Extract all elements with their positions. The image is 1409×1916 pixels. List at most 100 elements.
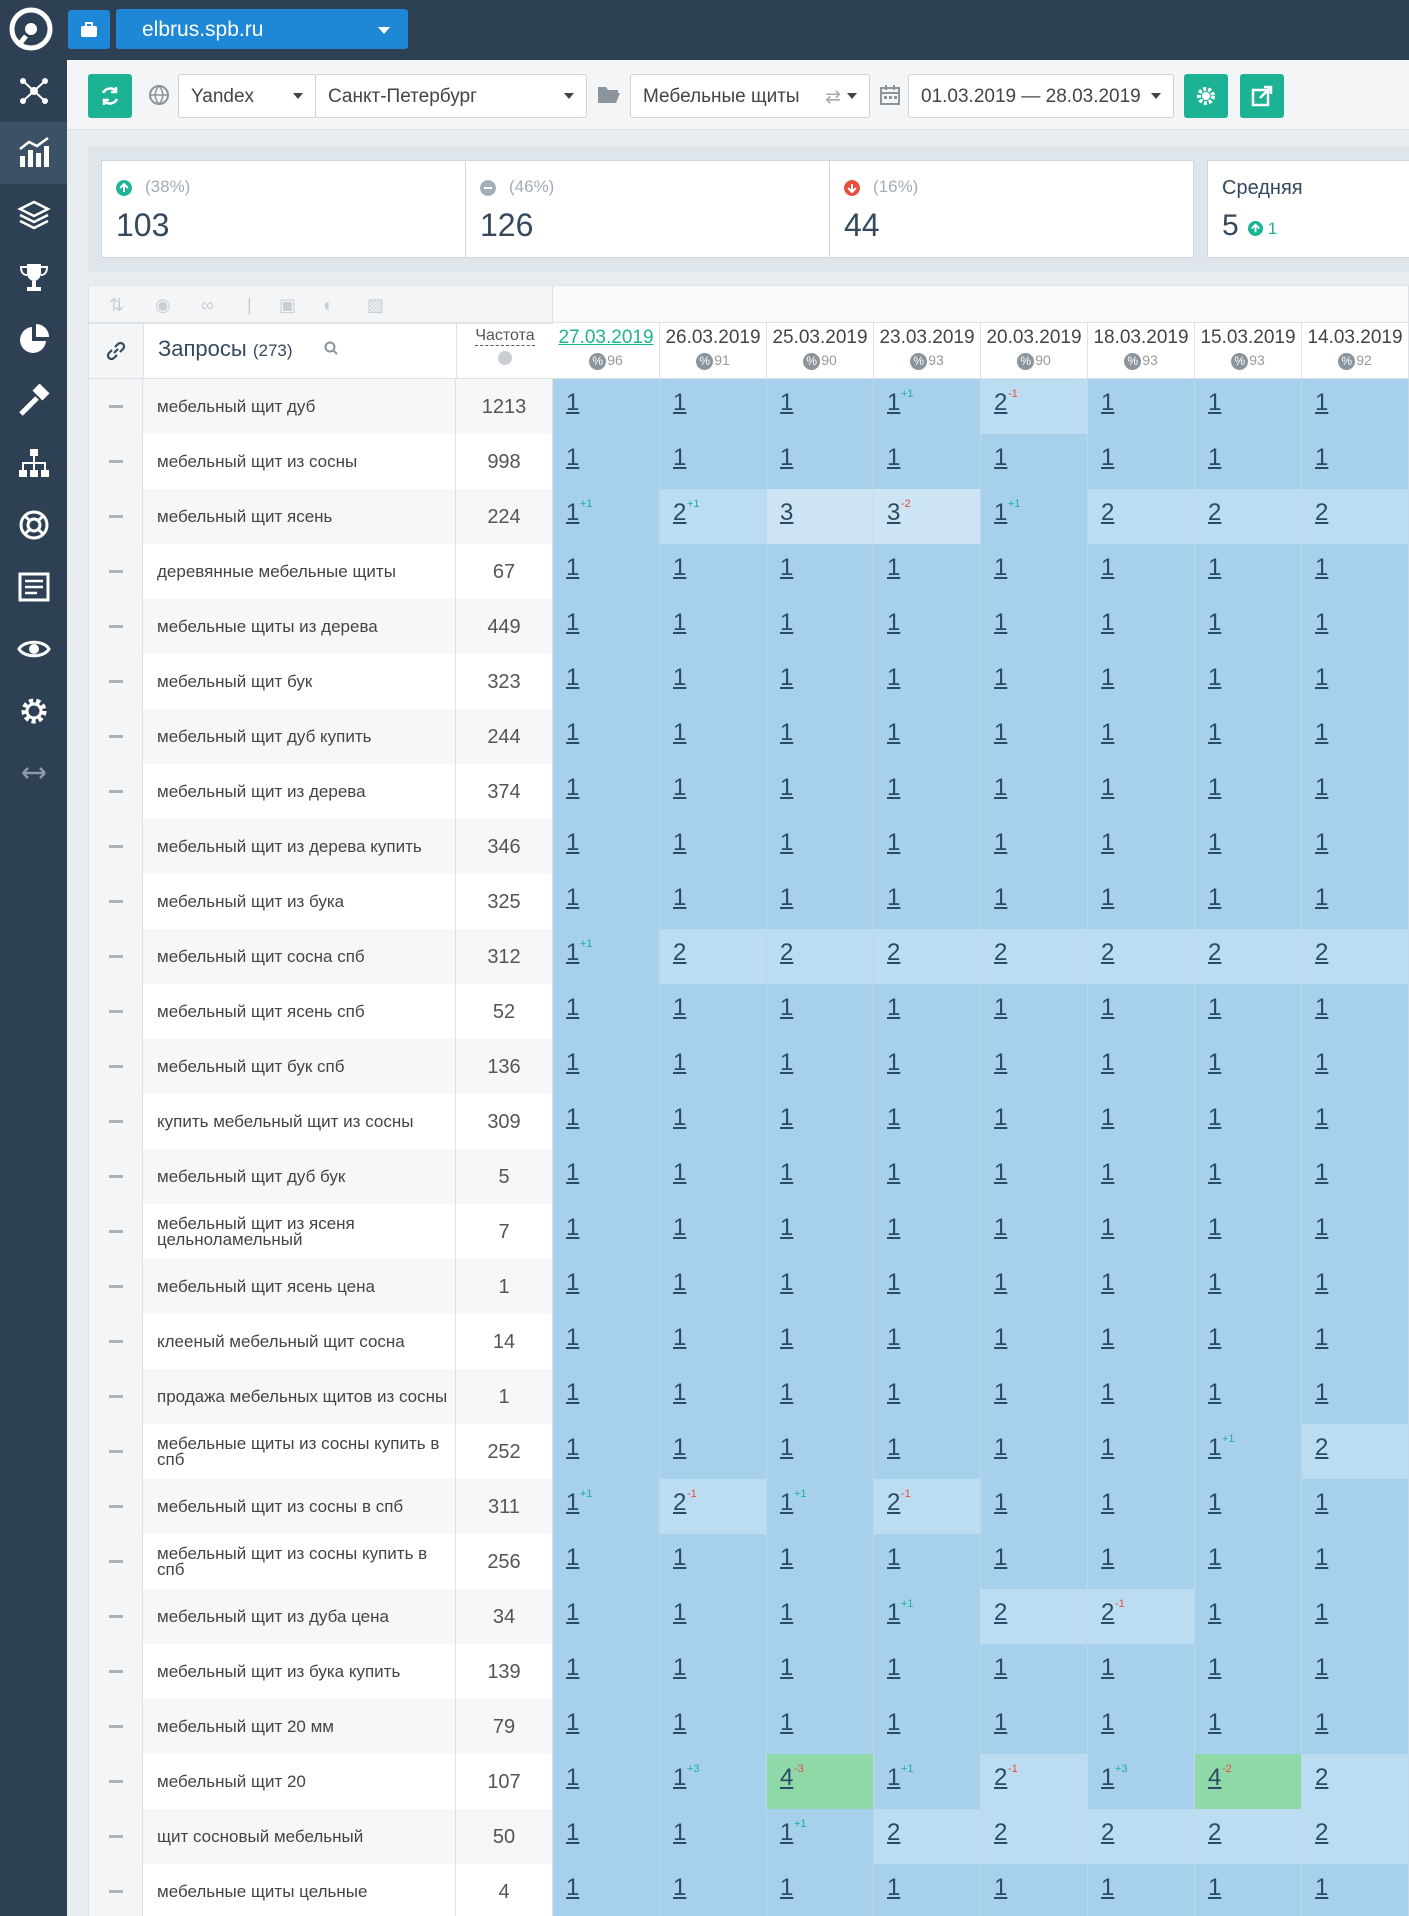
position-value[interactable]: 1: [1101, 829, 1114, 857]
site-select[interactable]: elbrus.spb.ru: [116, 9, 408, 49]
position-value[interactable]: 3: [887, 499, 900, 527]
position-value[interactable]: 1: [780, 1269, 793, 1297]
position-value[interactable]: 1: [566, 1214, 579, 1242]
position-value[interactable]: 1: [1101, 1049, 1114, 1077]
position-value[interactable]: 2: [1315, 939, 1328, 967]
position-value[interactable]: 1: [887, 1269, 900, 1297]
position-value[interactable]: 1: [994, 664, 1007, 692]
position-value[interactable]: 1: [1208, 1434, 1221, 1462]
position-value[interactable]: 1: [780, 994, 793, 1022]
row-toggle[interactable]: [88, 1644, 143, 1699]
nav-expand-icon[interactable]: [0, 742, 67, 804]
position-value[interactable]: 1: [673, 1049, 686, 1077]
row-toggle[interactable]: [88, 1094, 143, 1149]
row-toggle[interactable]: [88, 1589, 143, 1644]
image-icon[interactable]: ▨: [367, 295, 384, 316]
position-value[interactable]: 1: [994, 1489, 1007, 1517]
position-value[interactable]: 2: [1101, 499, 1114, 527]
date-column-header[interactable]: 14.03.2019% 92: [1302, 323, 1409, 379]
date-label[interactable]: 27.03.2019: [553, 327, 659, 349]
position-value[interactable]: 1: [887, 1104, 900, 1132]
date-column-header[interactable]: 15.03.2019% 93: [1195, 323, 1302, 379]
position-value[interactable]: 1: [1208, 1324, 1221, 1352]
position-value[interactable]: 2: [1315, 1764, 1328, 1792]
row-toggle[interactable]: [88, 1149, 143, 1204]
position-value[interactable]: 1: [780, 1544, 793, 1572]
position-value[interactable]: 1: [994, 1214, 1007, 1242]
position-value[interactable]: 1: [1101, 884, 1114, 912]
position-value[interactable]: 1: [673, 994, 686, 1022]
link-icon[interactable]: ∞: [201, 295, 214, 316]
position-value[interactable]: 4: [1208, 1764, 1221, 1792]
position-value[interactable]: 1: [1208, 554, 1221, 582]
position-value[interactable]: 1: [887, 1324, 900, 1352]
position-value[interactable]: 1: [1315, 1489, 1328, 1517]
position-value[interactable]: 1: [887, 1654, 900, 1682]
position-value[interactable]: 1: [994, 444, 1007, 472]
position-value[interactable]: 1: [994, 1379, 1007, 1407]
position-value[interactable]: 1: [566, 1709, 579, 1737]
position-value[interactable]: 1: [780, 1819, 793, 1847]
position-value[interactable]: 1: [1315, 1104, 1328, 1132]
nav-positions-icon[interactable]: [0, 122, 67, 184]
row-toggle[interactable]: [88, 1809, 143, 1864]
position-value[interactable]: 1: [994, 1324, 1007, 1352]
position-value[interactable]: 1: [673, 884, 686, 912]
position-value[interactable]: 1: [780, 554, 793, 582]
position-value[interactable]: 1: [1315, 774, 1328, 802]
position-value[interactable]: 2: [887, 939, 900, 967]
position-value[interactable]: 2: [887, 1489, 900, 1517]
row-toggle[interactable]: [88, 1259, 143, 1314]
position-value[interactable]: 1: [1208, 444, 1221, 472]
position-value[interactable]: 1: [780, 1489, 793, 1517]
position-value[interactable]: 1: [1315, 1269, 1328, 1297]
position-value[interactable]: 1: [566, 1489, 579, 1517]
position-value[interactable]: 1: [780, 1214, 793, 1242]
position-value[interactable]: 1: [1208, 1544, 1221, 1572]
position-value[interactable]: 2: [887, 1819, 900, 1847]
position-value[interactable]: 1: [1208, 1489, 1221, 1517]
position-value[interactable]: 1: [566, 1379, 579, 1407]
position-value[interactable]: 1: [1315, 1709, 1328, 1737]
nav-pie-chart-icon[interactable]: [0, 308, 67, 370]
position-value[interactable]: 1: [1315, 829, 1328, 857]
position-value[interactable]: 1: [994, 994, 1007, 1022]
position-value[interactable]: 1: [887, 1874, 900, 1902]
row-toggle[interactable]: [88, 984, 143, 1039]
position-value[interactable]: 2: [1315, 499, 1328, 527]
position-value[interactable]: 1: [673, 609, 686, 637]
row-toggle[interactable]: [88, 1424, 143, 1479]
position-value[interactable]: 1: [566, 1159, 579, 1187]
position-value[interactable]: 1: [566, 884, 579, 912]
row-toggle[interactable]: [88, 1534, 143, 1589]
date-range-select[interactable]: 01.03.2019 — 28.03.2019: [908, 74, 1174, 118]
position-value[interactable]: 1: [887, 1544, 900, 1572]
position-value[interactable]: 1: [1315, 719, 1328, 747]
position-value[interactable]: 1: [566, 719, 579, 747]
row-toggle[interactable]: [88, 764, 143, 819]
row-toggle[interactable]: [88, 709, 143, 764]
position-value[interactable]: 2: [1208, 1819, 1221, 1847]
position-value[interactable]: 1: [887, 1379, 900, 1407]
row-toggle[interactable]: [88, 489, 143, 544]
position-value[interactable]: 1: [887, 609, 900, 637]
row-toggle[interactable]: [88, 599, 143, 654]
position-value[interactable]: 1: [673, 1434, 686, 1462]
position-value[interactable]: 2: [780, 939, 793, 967]
position-value[interactable]: 1: [1208, 719, 1221, 747]
position-value[interactable]: 2: [1315, 1819, 1328, 1847]
date-label[interactable]: 15.03.2019: [1195, 327, 1301, 349]
position-value[interactable]: 1: [673, 554, 686, 582]
position-value[interactable]: 1: [673, 1379, 686, 1407]
position-value[interactable]: 1: [1101, 1214, 1114, 1242]
position-value[interactable]: 1: [780, 609, 793, 637]
position-value[interactable]: 1: [887, 994, 900, 1022]
position-value[interactable]: 1: [994, 1654, 1007, 1682]
position-value[interactable]: 1: [1208, 609, 1221, 637]
position-value[interactable]: 1: [1315, 554, 1328, 582]
position-value[interactable]: 1: [780, 1654, 793, 1682]
position-value[interactable]: 1: [566, 1764, 579, 1792]
position-value[interactable]: 1: [994, 774, 1007, 802]
position-value[interactable]: 1: [1208, 1599, 1221, 1627]
position-value[interactable]: 1: [887, 444, 900, 472]
